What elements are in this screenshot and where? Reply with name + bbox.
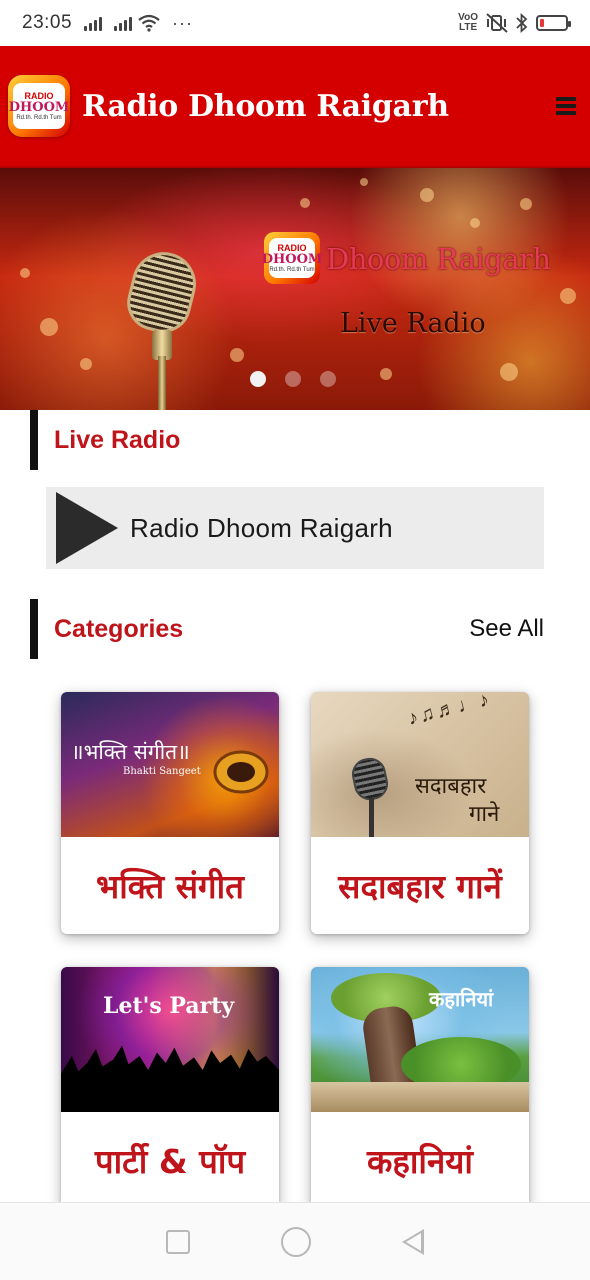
recents-square-icon[interactable]	[165, 1229, 190, 1254]
player-station-label: Radio Dhoom Raigarh	[130, 512, 393, 543]
sadabahar-image-caption: सदाबहार	[415, 774, 487, 799]
carousel-dot-3[interactable]	[320, 371, 336, 387]
category-card-kahaniyan[interactable]: कहानियां कहानियां	[311, 967, 529, 1209]
open-book	[311, 1082, 529, 1112]
logo-sub-text: Rd.th. Rd.th Tum	[16, 114, 62, 121]
category-image-kahaniyan: कहानियां	[311, 967, 529, 1112]
home-circle-icon[interactable]	[280, 1226, 311, 1257]
logo-inner: RADIO DHOOM Rd.th. Rd.th Tum	[9, 83, 69, 129]
status-left: 23:05 ···	[22, 12, 193, 34]
app-title: Radio Dhoom Raigarh	[82, 88, 449, 124]
bluetooth-icon	[516, 13, 528, 33]
vintage-mic-icon	[349, 754, 391, 804]
category-card-bhakti[interactable]: ॥भक्ति संगीत॥ Bhakti Sangeet भक्ति संगीत	[61, 692, 279, 934]
logo-top-text: RADIO	[24, 90, 54, 101]
categories-title: Categories	[54, 614, 184, 643]
category-label-party: पार्टी & पॉप	[94, 1142, 246, 1181]
section-accent-bar	[30, 410, 38, 470]
category-label-kahaniyan: कहानियां	[367, 1142, 473, 1181]
status-right: VoO LTE	[458, 13, 571, 33]
battery-fill	[540, 19, 544, 27]
category-image-sadabahar: ♪♫♬♩♪ सदाबहार गाने	[311, 692, 529, 837]
microphone-image	[121, 245, 203, 410]
signal-icon	[84, 15, 103, 31]
category-image-bhakti: ॥भक्ति संगीत॥ Bhakti Sangeet	[61, 692, 279, 837]
status-bar: 23:05 ··· VoO LTE	[0, 0, 590, 46]
crowd-silhouette	[61, 1045, 279, 1112]
category-card-party[interactable]: Let's Party पार्टी & पॉप	[61, 967, 279, 1209]
music-notes-icon: ♪♫♬♩♪	[405, 692, 494, 730]
kahaniyan-image-caption: कहानियां	[429, 987, 494, 1011]
banner-logo-top: RADIO	[277, 242, 307, 253]
logo-word: DHOOM	[8, 99, 70, 115]
wifi-icon	[138, 14, 160, 32]
category-label-bhakti: भक्ति संगीत	[96, 867, 244, 906]
see-all-link[interactable]: See All	[469, 615, 544, 643]
carousel-dot-1[interactable]	[250, 371, 266, 387]
play-icon[interactable]	[56, 492, 118, 564]
app-logo[interactable]: RADIO DHOOM Rd.th. Rd.th Tum	[8, 75, 70, 137]
app-bar: RADIO DHOOM Rd.th. Rd.th Tum Radio Dhoom…	[0, 46, 590, 168]
live-radio-player[interactable]: Radio Dhoom Raigarh	[46, 487, 544, 569]
more-notifications-icon: ···	[172, 12, 194, 33]
live-radio-title: Live Radio	[54, 425, 181, 454]
section-accent-bar	[30, 599, 38, 659]
signal-icon-2	[114, 15, 133, 31]
banner-subtitle: Live Radio	[340, 308, 486, 339]
carousel-dot-2[interactable]	[285, 371, 301, 387]
banner-brand-text: Dhoom Raigarh	[326, 242, 551, 276]
live-radio-header: Live Radio	[30, 410, 560, 470]
status-time: 23:05	[22, 12, 73, 33]
vibrate-icon	[486, 13, 508, 33]
categories-header: Categories See All	[30, 599, 560, 659]
category-card-sadabahar[interactable]: ♪♫♬♩♪ सदाबहार गाने सदाबहार गानें	[311, 692, 529, 934]
party-image-caption: Let's Party	[103, 993, 235, 1019]
volte-icon: VoO LTE	[458, 13, 478, 33]
system-nav-bar	[0, 1202, 590, 1280]
carousel-indicators	[250, 371, 336, 387]
banner-logo-sub: Rd.th. Rd.th Tum	[269, 266, 315, 273]
bhakti-image-caption: ॥भक्ति संगीत॥	[71, 740, 190, 764]
hamburger-icon[interactable]	[556, 97, 576, 115]
volte-bottom: LTE	[459, 22, 478, 33]
banner-logo-word: DHOOM	[261, 251, 323, 267]
category-label-sadabahar: सदाबहार गानें	[338, 867, 502, 906]
bhakti-image-subcaption: Bhakti Sangeet	[123, 766, 201, 777]
drum-icon	[213, 750, 269, 794]
sadabahar-image-subcaption: गाने	[469, 802, 500, 827]
back-triangle-icon[interactable]	[402, 1228, 425, 1255]
battery-icon	[536, 15, 571, 31]
banner-logo: RADIO DHOOM Rd.th. Rd.th Tum	[261, 232, 323, 284]
category-image-party: Let's Party	[61, 967, 279, 1112]
banner-carousel[interactable]: RADIO DHOOM Rd.th. Rd.th Tum Dhoom Raiga…	[0, 168, 590, 410]
